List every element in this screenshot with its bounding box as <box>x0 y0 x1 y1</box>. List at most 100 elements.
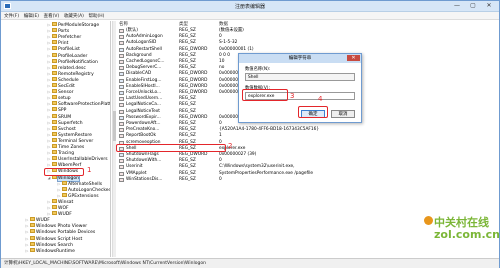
tree-item[interactable]: ▷ SecEdit <box>47 83 75 89</box>
tree-item[interactable]: ▷ PerModuleStorage <box>47 22 99 28</box>
tree-item[interactable]: ▷ Superfetch <box>47 119 83 126</box>
dialog-title: 编辑字符串 <box>239 54 361 63</box>
expand-arrow-icon[interactable]: ▷ <box>47 199 51 205</box>
folder-icon <box>52 101 57 106</box>
tree-item[interactable]: ▷ Sensor <box>47 89 73 95</box>
expand-arrow-icon[interactable]: ▷ <box>47 107 51 113</box>
zol-logo-icon <box>424 216 433 225</box>
tree-item[interactable]: ▷ Svchost <box>47 125 76 132</box>
tree-scrollbar[interactable] <box>112 21 116 257</box>
tree-item[interactable]: ▷ Prefetcher <box>47 34 81 40</box>
expand-arrow-icon[interactable]: ▷ <box>47 120 51 126</box>
expand-arrow-icon[interactable]: ▷ <box>47 156 51 162</box>
expand-arrow-icon[interactable]: ▷ <box>47 101 51 107</box>
value-name-field[interactable]: Shell <box>245 73 355 81</box>
tree-item[interactable]: ▷ SoftwareProtectionPlatf <box>47 101 110 107</box>
tree-item[interactable]: ▷ SystemRestore <box>47 131 92 138</box>
tree-item[interactable]: ▷ Tracing <box>47 150 74 156</box>
tree-item[interactable]: ▷ Winsat <box>47 198 73 205</box>
expand-arrow-icon[interactable]: ▷ <box>47 53 51 59</box>
tree-item[interactable]: ▷ related.desc <box>47 64 86 71</box>
expand-arrow-icon[interactable]: ▷ <box>57 193 61 199</box>
tree-item[interactable]: ▷ ProfileNotification <box>47 58 98 65</box>
status-bar-path: 计算机\HKEY_LOCAL_MACHINE\SOFTWARE\Microsof… <box>1 258 499 268</box>
tree-item[interactable]: ▷ GPExtensions <box>57 192 99 199</box>
minimize-button[interactable]: — <box>449 2 465 10</box>
expand-arrow-icon[interactable]: ▷ <box>25 242 29 248</box>
expand-arrow-icon[interactable]: ▷ <box>47 34 51 40</box>
tree-item[interactable]: ▷ RemoteRegistry <box>47 70 94 77</box>
expand-arrow-icon[interactable]: ▷ <box>47 205 51 211</box>
menu-help[interactable]: 帮助(H) <box>89 13 105 19</box>
expand-arrow-icon[interactable]: ▷ <box>47 132 51 138</box>
expand-arrow-icon[interactable]: ▷ <box>25 217 29 223</box>
tree-item[interactable]: ▷ ProfileLoader <box>47 52 87 59</box>
expand-arrow-icon[interactable]: ▷ <box>47 65 51 71</box>
tree-item[interactable]: ▷ Windows Photo Viewer <box>25 223 87 229</box>
title-bar[interactable]: 注册表编辑器 — ▢ ✕ <box>1 1 499 12</box>
tree-item[interactable]: ▷ WindowsRuntime <box>25 247 75 254</box>
folder-icon <box>52 113 57 118</box>
value-row[interactable]: WinStationsDis... REG_SZ 0 <box>117 177 499 183</box>
tree-item[interactable]: ▷ SPP <box>47 107 66 113</box>
tree-item[interactable]: ▷ Print <box>47 40 68 46</box>
tree-item[interactable]: ▷ Ports <box>47 28 69 34</box>
menu-edit[interactable]: 编辑(E) <box>24 13 39 19</box>
expand-arrow-icon[interactable]: ▷ <box>47 89 51 95</box>
expand-arrow-icon[interactable]: ▷ <box>47 22 51 28</box>
scrollbar-thumb[interactable] <box>113 111 116 141</box>
tree-item[interactable]: ▷ setup <box>47 95 71 101</box>
menu-file[interactable]: 文件(F) <box>4 13 19 19</box>
expand-arrow-icon[interactable]: ▷ <box>25 223 29 229</box>
maximize-button[interactable]: ▢ <box>465 2 481 10</box>
reg-sz-icon <box>119 41 124 46</box>
folder-icon <box>30 223 35 228</box>
tree-item[interactable]: ▷ Windows Script Host <box>25 235 82 242</box>
tree-item[interactable]: ▷ AlternateShells <box>57 180 102 187</box>
expand-arrow-icon[interactable]: ▷ <box>47 40 51 46</box>
tree-item[interactable]: ▷ WUDF <box>25 217 50 223</box>
tree-item[interactable]: ▷ Windows Search <box>25 241 73 248</box>
expand-arrow-icon[interactable]: ▷ <box>47 71 51 77</box>
expand-arrow-icon[interactable]: ▷ <box>47 114 51 120</box>
expand-arrow-icon[interactable]: ▷ <box>57 181 61 187</box>
expand-arrow-icon[interactable]: ▷ <box>47 144 51 150</box>
column-header-type[interactable]: 类型 <box>179 21 188 27</box>
column-header-data[interactable]: 数据 <box>219 21 228 27</box>
close-button[interactable]: ✕ <box>481 2 497 10</box>
tree-item[interactable]: ▷ AutoLogonChecked <box>57 186 110 193</box>
menu-view[interactable]: 查看(V) <box>44 13 60 19</box>
expand-arrow-icon[interactable]: ▷ <box>25 236 29 242</box>
tree-item[interactable]: ▷ Windows Portable Devices <box>25 229 95 235</box>
tree-item[interactable]: ▷ Time Zones <box>47 144 84 150</box>
folder-icon <box>30 217 35 222</box>
expand-arrow-icon[interactable]: ▷ <box>47 28 51 34</box>
expand-arrow-icon[interactable]: ▷ <box>47 83 51 89</box>
folder-icon <box>52 58 57 63</box>
tree-item[interactable]: ▷ SRUM <box>47 113 71 120</box>
expand-arrow-icon[interactable]: ▷ <box>47 59 51 65</box>
tree-item[interactable]: ▷ Schedule <box>47 76 79 83</box>
expand-arrow-icon[interactable]: ▷ <box>25 229 29 235</box>
tree-item[interactable]: ▷ WUDF <box>47 211 72 217</box>
tree-item[interactable]: ▷ WOF <box>47 205 69 211</box>
tree-item[interactable]: ▷ Terminal Server <box>47 137 93 144</box>
folder-icon <box>52 64 57 69</box>
dialog-close-button[interactable]: ✕ <box>347 55 360 61</box>
expand-arrow-icon[interactable]: ▷ <box>25 248 29 254</box>
expand-arrow-icon[interactable]: ▷ <box>47 126 51 132</box>
expand-arrow-icon[interactable]: ▷ <box>47 46 51 52</box>
menu-bar: 文件(F) 编辑(E) 查看(V) 收藏夹(A) 帮助(H) <box>1 12 499 20</box>
column-header-name[interactable]: 名称 <box>119 21 128 27</box>
tree-item[interactable]: ▷ ProfileList <box>47 46 80 52</box>
expand-arrow-icon[interactable]: ▷ <box>47 138 51 144</box>
expand-arrow-icon[interactable]: ▷ <box>57 187 61 193</box>
expand-arrow-icon[interactable]: ▷ <box>47 95 51 101</box>
tree-item[interactable]: ▷ UserInstallableDrivers <box>47 156 108 162</box>
expand-arrow-icon[interactable]: ▷ <box>47 77 51 83</box>
folder-icon <box>52 95 57 100</box>
expand-arrow-icon[interactable]: ▷ <box>47 150 51 156</box>
expand-arrow-icon[interactable]: ▷ <box>47 211 51 217</box>
cancel-button[interactable]: 取消 <box>331 110 355 118</box>
menu-favorites[interactable]: 收藏夹(A) <box>64 13 84 19</box>
